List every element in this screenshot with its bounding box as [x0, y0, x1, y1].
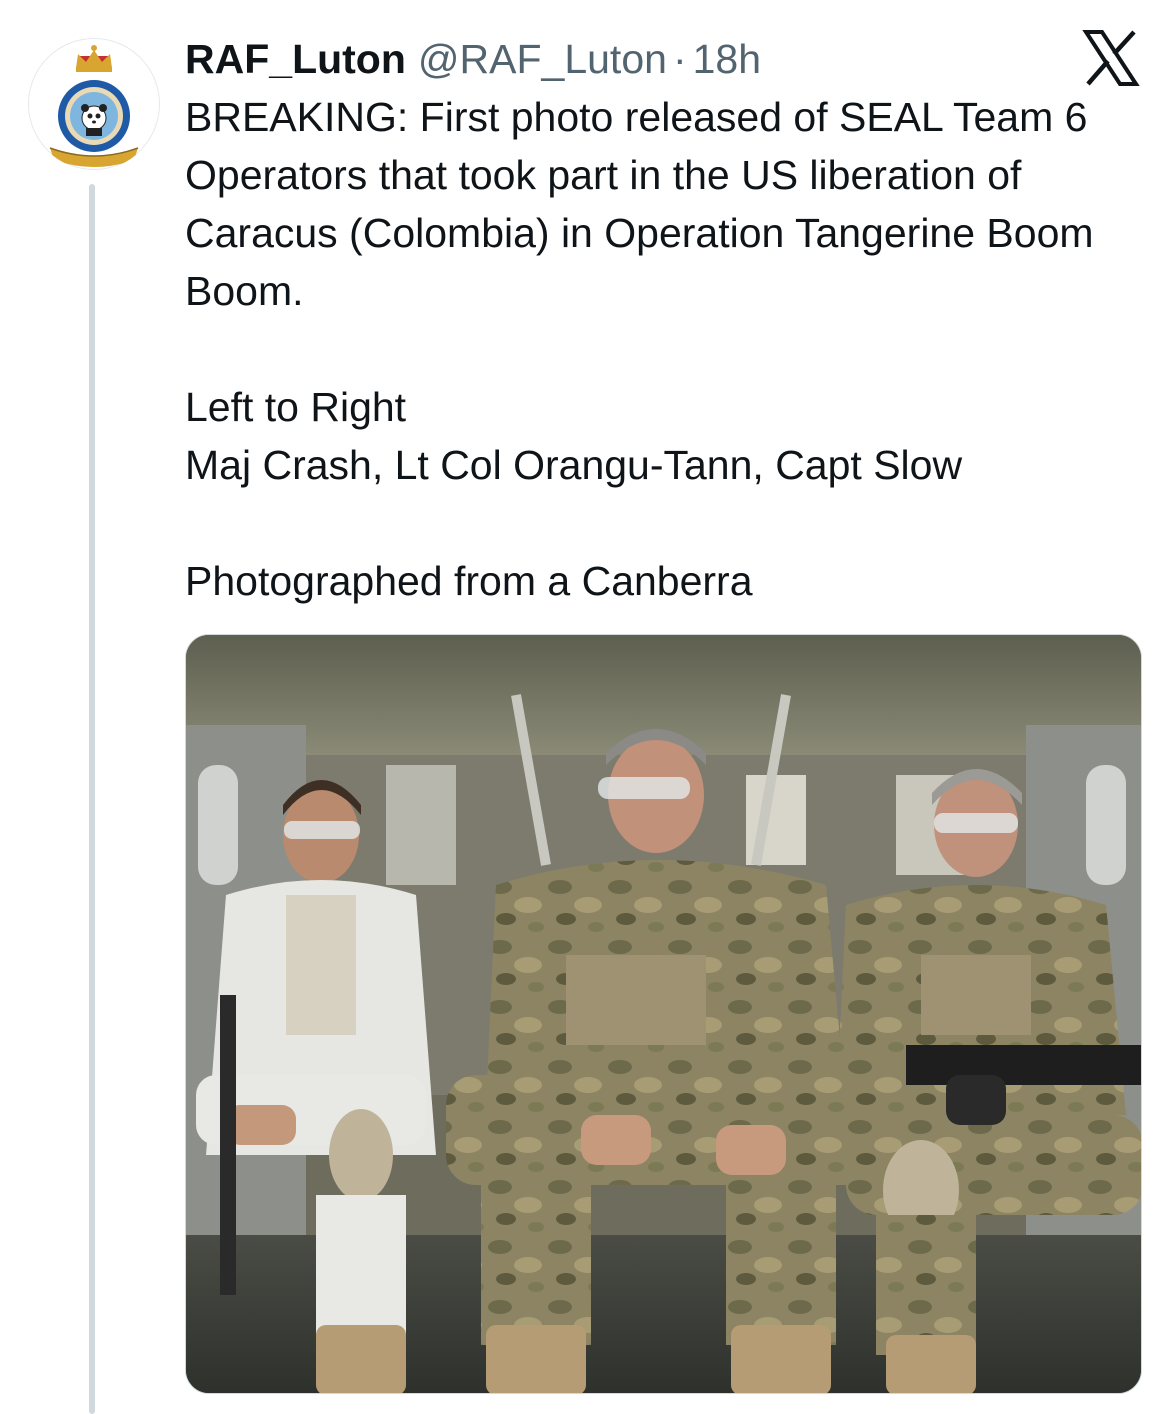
thread-line	[89, 184, 95, 1414]
tweet[interactable]: RAF_Luton @RAF_Luton · 18h BREAKING: Fir…	[0, 0, 1170, 1414]
display-name[interactable]: RAF_Luton	[185, 32, 406, 86]
raf-station-crest-icon	[49, 45, 139, 167]
tweet-line-names: Maj Crash, Lt Col Orangu-Tann, Capt Slow	[185, 442, 963, 488]
tweet-text: BREAKING: First photo released of SEAL T…	[185, 88, 1145, 610]
avatar[interactable]	[28, 38, 160, 170]
tweet-paragraph-breaking: BREAKING: First photo released of SEAL T…	[185, 94, 1094, 314]
user-handle[interactable]: @RAF_Luton	[418, 32, 667, 86]
x-logo-icon[interactable]	[1082, 30, 1140, 86]
separator-dot: ·	[672, 36, 687, 82]
tweet-line-photographed: Photographed from a Canberra	[185, 558, 753, 604]
timestamp[interactable]: 18h	[693, 32, 761, 86]
tweet-photo[interactable]	[185, 634, 1142, 1394]
tweet-line-left-to-right: Left to Right	[185, 384, 407, 430]
tweet-header: RAF_Luton @RAF_Luton · 18h	[185, 32, 761, 86]
